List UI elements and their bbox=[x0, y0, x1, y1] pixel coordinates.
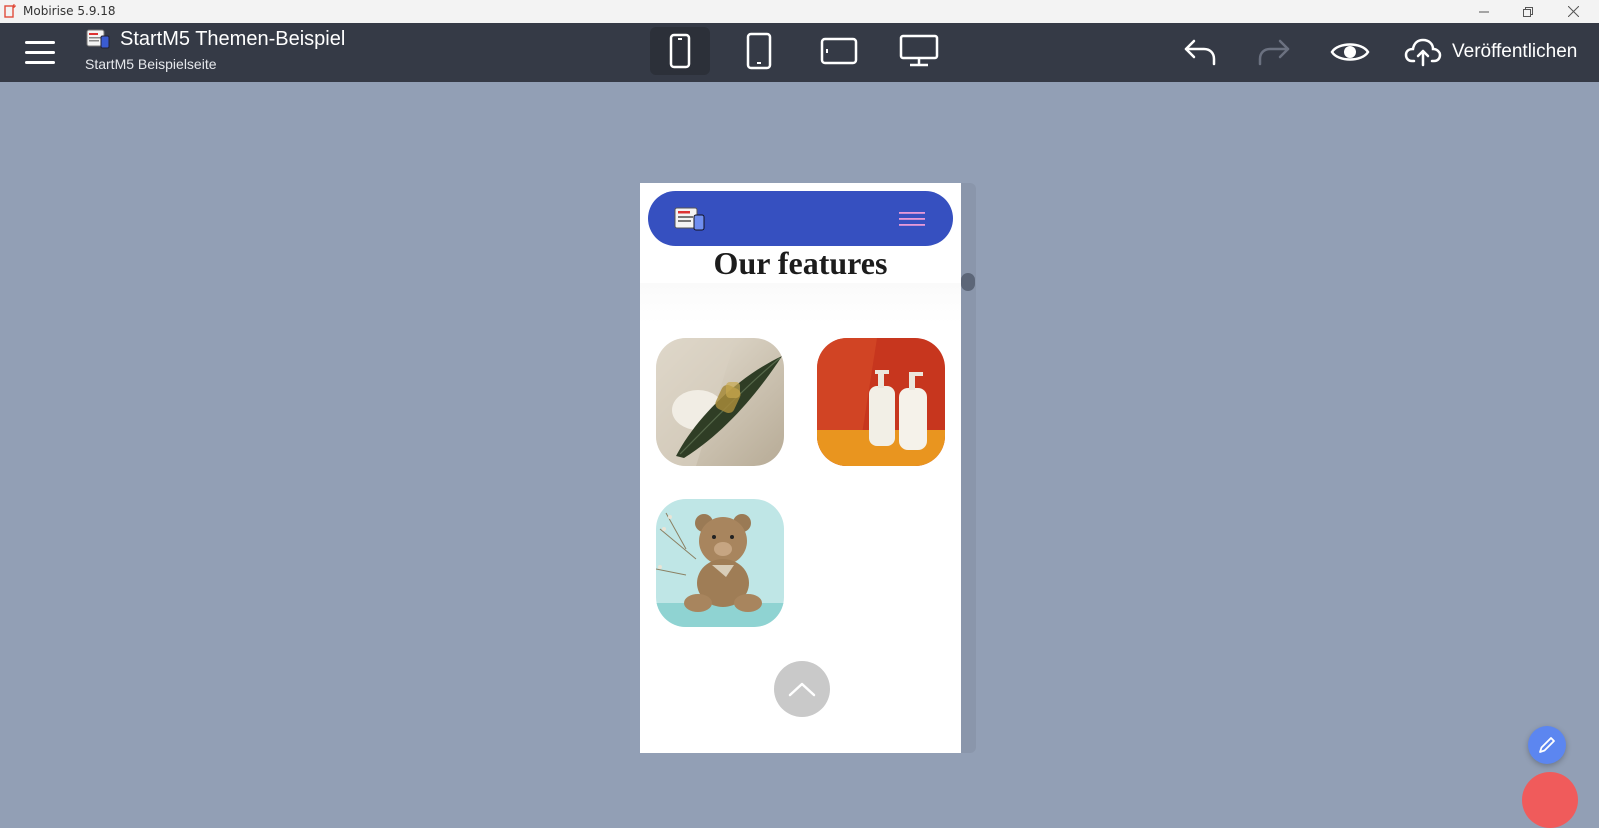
title-fade bbox=[640, 283, 961, 323]
phone-icon bbox=[669, 33, 691, 69]
preview-scrollbar-thumb[interactable] bbox=[961, 273, 975, 291]
tablet-portrait-icon bbox=[746, 32, 772, 70]
add-block-fab-button[interactable] bbox=[1522, 772, 1578, 828]
project-icon bbox=[86, 29, 110, 49]
hamburger-icon bbox=[25, 41, 55, 64]
features-heading[interactable]: Our features bbox=[640, 245, 961, 282]
pencil-icon bbox=[1539, 737, 1555, 753]
restore-icon bbox=[1523, 6, 1533, 17]
tablet-landscape-icon bbox=[820, 37, 858, 65]
preview-scrollbar-track bbox=[961, 183, 976, 753]
scroll-to-top-button[interactable] bbox=[774, 661, 830, 717]
device-desktop-button[interactable] bbox=[889, 27, 949, 75]
teddy-photo-icon bbox=[656, 499, 784, 627]
feature-image-teddy[interactable] bbox=[656, 499, 784, 627]
site-logo-icon[interactable] bbox=[674, 205, 706, 233]
cloud-upload-icon bbox=[1404, 38, 1442, 67]
main-menu-button[interactable] bbox=[20, 37, 60, 69]
undo-icon bbox=[1184, 39, 1216, 66]
restore-button[interactable] bbox=[1506, 0, 1550, 23]
undo-button[interactable] bbox=[1180, 31, 1220, 73]
desktop-icon bbox=[899, 34, 939, 67]
window-titlebar: Mobirise 5.9.18 bbox=[0, 0, 1599, 23]
site-menu-icon[interactable] bbox=[898, 209, 926, 229]
feature-image-leaf[interactable] bbox=[656, 338, 784, 466]
site-navbar bbox=[648, 191, 953, 246]
close-icon bbox=[1567, 6, 1579, 17]
feature-image-bottles[interactable] bbox=[817, 338, 945, 466]
eye-icon bbox=[1330, 43, 1370, 61]
preview-button[interactable] bbox=[1328, 31, 1372, 73]
edit-fab-button[interactable] bbox=[1528, 726, 1566, 764]
app-toolbar: StartM5 Themen-Beispiel StartM5 Beispiel… bbox=[0, 23, 1599, 82]
close-button[interactable] bbox=[1551, 0, 1595, 23]
minimize-icon bbox=[1479, 11, 1489, 12]
minimize-button[interactable] bbox=[1462, 0, 1506, 23]
device-tablet-portrait-button[interactable] bbox=[729, 27, 789, 75]
device-tablet-landscape-button[interactable] bbox=[809, 27, 869, 75]
window-title: Mobirise 5.9.18 bbox=[23, 4, 116, 18]
chevron-up-icon bbox=[788, 682, 816, 697]
publish-label: Veröffentlichen bbox=[1452, 41, 1578, 62]
bottles-photo-icon bbox=[817, 338, 945, 466]
leaf-photo-icon bbox=[656, 338, 784, 466]
page-name[interactable]: StartM5 Beispielseite bbox=[85, 56, 217, 72]
redo-icon bbox=[1258, 39, 1290, 66]
project-title[interactable]: StartM5 Themen-Beispiel bbox=[120, 28, 345, 51]
mobirise-app-icon bbox=[4, 4, 16, 18]
device-phone-button[interactable] bbox=[650, 27, 710, 75]
publish-button[interactable]: Veröffentlichen bbox=[1404, 31, 1577, 73]
redo-button[interactable] bbox=[1254, 31, 1294, 73]
mobile-preview-frame[interactable]: Our features bbox=[640, 183, 961, 753]
